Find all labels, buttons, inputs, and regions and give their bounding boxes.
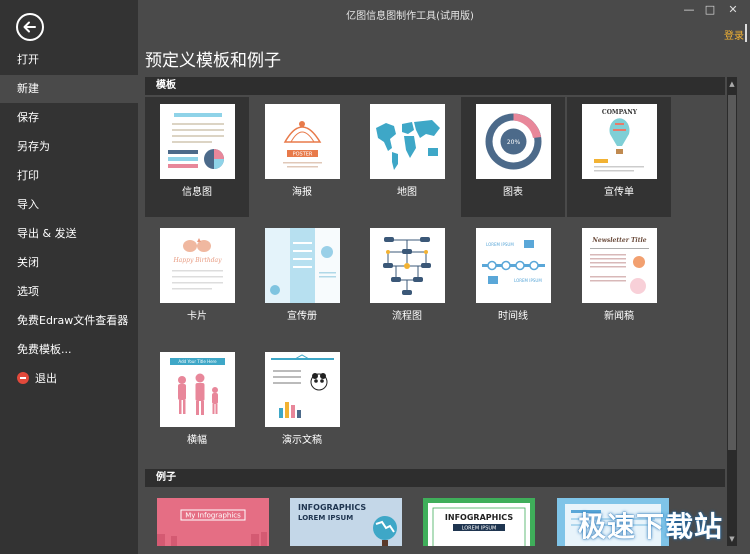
sidebar: 打开 新建 保存 另存为 打印 导入 导出 & 发送 关闭 选项 免费Edraw… <box>0 0 138 554</box>
watermark: 极速下载站 <box>578 510 724 543</box>
svg-text:LOREM IPSUM: LOREM IPSUM <box>298 514 353 522</box>
maximize-icon[interactable]: □ <box>703 3 717 17</box>
sidebar-item-label: 关闭 <box>17 256 39 269</box>
sidebar-item-open[interactable]: 打开 <box>0 46 138 74</box>
sidebar-item-label: 选项 <box>17 285 39 298</box>
template-flowchart[interactable]: 流程图 <box>355 221 459 341</box>
sidebar-item-label: 另存为 <box>17 140 50 153</box>
template-timeline[interactable]: LOREM IPSUM LOREM IPSUM 时间线 <box>461 221 565 341</box>
template-label: 新闻稿 <box>604 311 634 322</box>
sidebar-item-label: 导出 & 发送 <box>17 227 77 240</box>
sidebar-item-exit[interactable]: 退出 <box>0 365 138 393</box>
template-poster[interactable]: POSTER 海报 <box>250 97 354 217</box>
sidebar-item-label: 导入 <box>17 198 39 211</box>
svg-text:LOREM IPSUM: LOREM IPSUM <box>462 526 497 532</box>
template-thumbnail: Happy Birthday <box>160 228 235 303</box>
svg-text:My Infographics: My Infographics <box>185 512 241 520</box>
example-thumbnail[interactable]: INFOGRAPHICS LOREM IPSUM <box>290 498 402 546</box>
template-chart[interactable]: 20% 图表 <box>461 97 565 217</box>
svg-text:LOREM IPSUM: LOREM IPSUM <box>486 242 514 247</box>
divider <box>745 24 747 42</box>
template-newsletter[interactable]: Newsletter Title 新闻稿 <box>567 221 671 341</box>
svg-text:INFOGRAPHICS: INFOGRAPHICS <box>445 513 513 522</box>
template-card[interactable]: Happy Birthday 卡片 <box>145 221 249 341</box>
template-flyer[interactable]: COMPANY 宣传单 <box>567 97 671 217</box>
svg-text:POSTER: POSTER <box>293 152 313 158</box>
sidebar-item-label: 打印 <box>17 169 39 182</box>
template-label: 地图 <box>397 187 417 198</box>
example-thumbnail[interactable]: My Infographics <box>157 498 269 546</box>
minimize-icon[interactable]: — <box>682 3 696 17</box>
template-thumbnail: Add Your Title Here <box>160 352 235 427</box>
template-banner[interactable]: Add Your Title Here 横幅 <box>145 345 249 465</box>
template-thumbnail <box>160 104 235 179</box>
sidebar-item-close[interactable]: 关闭 <box>0 249 138 277</box>
login-link[interactable]: 登录 <box>724 27 744 42</box>
sidebar-item-label: 免费Edraw文件查看器 <box>17 314 129 327</box>
template-thumbnail <box>370 228 445 303</box>
template-thumbnail: COMPANY <box>582 104 657 179</box>
sidebar-item-export-send[interactable]: 导出 & 发送 <box>0 220 138 248</box>
template-thumbnail: LOREM IPSUM LOREM IPSUM <box>476 228 551 303</box>
template-thumbnail <box>370 104 445 179</box>
sidebar-item-import[interactable]: 导入 <box>0 191 138 219</box>
template-label: 演示文稿 <box>282 435 322 446</box>
template-thumbnail <box>265 352 340 427</box>
template-thumbnail: Newsletter Title <box>582 228 657 303</box>
svg-text:COMPANY: COMPANY <box>602 109 638 116</box>
page-title: 预定义模板和例子 <box>145 51 281 71</box>
template-label: 宣传册 <box>287 311 317 322</box>
svg-text:20%: 20% <box>507 139 521 146</box>
template-brochure[interactable]: 宣传册 <box>250 221 354 341</box>
template-map[interactable]: 地图 <box>355 97 459 217</box>
close-icon[interactable]: ✕ <box>726 3 740 17</box>
exit-icon <box>17 372 29 384</box>
sidebar-item-new[interactable]: 新建 <box>0 75 138 103</box>
template-label: 流程图 <box>392 311 422 322</box>
svg-text:Newsletter Title: Newsletter Title <box>591 237 646 244</box>
sidebar-item-save[interactable]: 保存 <box>0 104 138 132</box>
template-label: 海报 <box>292 187 312 198</box>
template-thumbnail <box>265 228 340 303</box>
svg-text:Add Your Title Here: Add Your Title Here <box>178 359 217 364</box>
back-arrow-icon[interactable] <box>16 13 44 41</box>
sidebar-item-label: 免费模板... <box>17 343 72 356</box>
svg-text:LOREM IPSUM: LOREM IPSUM <box>514 278 542 283</box>
template-infographic[interactable]: 信息图 <box>145 97 249 217</box>
sidebar-item-label: 保存 <box>17 111 39 124</box>
example-thumbnail[interactable]: INFOGRAPHICS LOREM IPSUM <box>423 498 535 546</box>
sidebar-item-free-templates[interactable]: 免费模板... <box>0 336 138 364</box>
sidebar-item-save-as[interactable]: 另存为 <box>0 133 138 161</box>
template-label: 图表 <box>503 187 523 198</box>
template-label: 时间线 <box>498 311 528 322</box>
sidebar-item-viewer[interactable]: 免费Edraw文件查看器 <box>0 307 138 335</box>
sidebar-item-label: 新建 <box>17 82 39 95</box>
template-label: 横幅 <box>187 435 207 446</box>
sidebar-item-options[interactable]: 选项 <box>0 278 138 306</box>
template-thumbnail: POSTER <box>265 104 340 179</box>
template-label: 信息图 <box>182 187 212 198</box>
template-presentation[interactable]: 演示文稿 <box>250 345 354 465</box>
sidebar-item-print[interactable]: 打印 <box>0 162 138 190</box>
svg-text:Happy Birthday: Happy Birthday <box>172 257 222 264</box>
template-label: 卡片 <box>187 311 207 322</box>
template-label: 宣传单 <box>604 187 634 198</box>
sidebar-item-label: 打开 <box>17 53 39 66</box>
template-thumbnail: 20% <box>476 104 551 179</box>
sidebar-item-label: 退出 <box>35 372 57 385</box>
window-title: 亿图信息图制作工具(试用版) <box>346 11 474 22</box>
section-header-examples: 例子 <box>145 469 725 487</box>
template-gallery: 模板 信息图 POSTER 海报 地图 20% 图表 COMPANY 宣传单 H… <box>145 77 736 546</box>
section-header-templates: 模板 <box>145 77 725 95</box>
svg-text:INFOGRAPHICS: INFOGRAPHICS <box>298 503 366 512</box>
